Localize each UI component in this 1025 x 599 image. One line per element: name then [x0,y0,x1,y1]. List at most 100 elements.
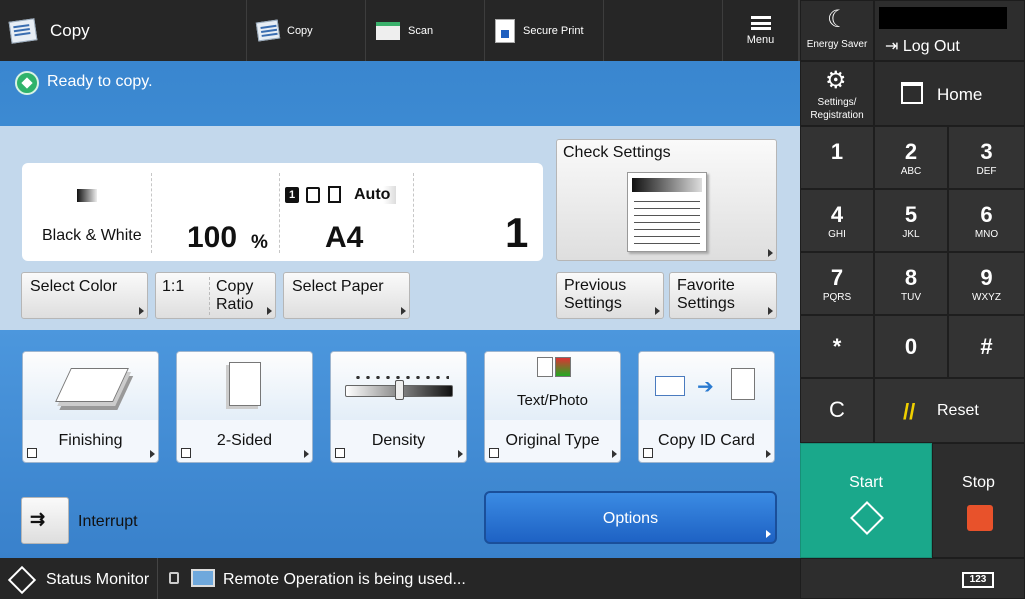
check-settings-button[interactable]: Check Settings [556,139,777,261]
key-4[interactable]: 4 GHI [800,189,874,252]
key-8-letters: TUV [901,292,921,303]
key-6[interactable]: 6 MNO [948,189,1025,252]
key-4-letters: GHI [828,229,846,240]
shortcut-empty [604,0,723,61]
gear-icon: ⚙ [825,67,847,94]
document-preview-icon [627,172,707,252]
check-settings-label: Check Settings [563,144,671,161]
clear-key-label: C [829,397,845,422]
density-button[interactable]: Density [330,351,467,463]
shortcut-corner-icon [335,448,345,458]
key-6-letters: MNO [974,229,999,240]
status-monitor-icon [7,565,37,595]
key-7-letters: PQRS [822,292,852,303]
lock-icon [495,18,515,43]
start-icon [850,501,884,535]
two-sided-label: 2-Sided [216,432,273,449]
favorite-settings-label-line1: Favorite [677,277,735,294]
ratio-unit: % [251,232,268,253]
stop-button[interactable]: Stop [932,443,1025,558]
key-hash-symbol: # [980,334,993,359]
key-8[interactable]: 8 TUV [874,252,948,315]
logout-label: Log Out [902,38,960,55]
logout-button[interactable]: ⇥ Log Out [885,36,960,56]
key-asterisk[interactable]: * [800,315,874,378]
copied-page-icon [731,368,755,400]
copy-id-card-button[interactable]: ➔ Copy ID Card [638,351,775,463]
key-2[interactable]: 2 ABC [874,126,948,189]
start-label: Start [849,474,883,491]
shortcut-secure-print[interactable]: Secure Print [485,0,604,61]
scan-icon [376,21,400,40]
current-settings-panel: Black & White 100 % 1 Auto A4 1 [22,163,543,261]
copy-ratio-value: 1:1 [162,278,185,295]
select-color-button[interactable]: Select Color [21,272,148,319]
key-8-digit: 8 [904,265,918,290]
copy-id-card-label: Copy ID Card [658,432,755,449]
options-button[interactable]: Options [484,491,777,544]
interrupt-label: Interrupt [78,513,138,530]
shortcut-corner-icon [489,448,499,458]
reset-button[interactable]: // Reset [874,378,1025,443]
paper-auto-label: Auto [354,186,397,204]
status-monitor-label: Status Monitor [46,571,150,588]
select-paper-label: Select Paper [292,278,384,295]
key-7[interactable]: 7 PQRS [800,252,874,315]
photo-icon [555,357,571,377]
key-5-digit: 5 [904,202,918,227]
hamburger-icon [750,15,771,30]
two-sided-button[interactable]: 2-Sided [176,351,313,463]
key-5[interactable]: 5 JKL [874,189,948,252]
key-1[interactable]: 1 [800,126,874,189]
key-2-digit: 2 [904,139,918,164]
key-asterisk-symbol: * [832,334,842,359]
key-0[interactable]: 0 [874,315,948,378]
id-card-icon [655,376,685,396]
favorite-settings-label-line2: Settings [677,295,735,312]
key-6-digit: 6 [980,202,993,227]
shortcut-scan-label: Scan [408,24,434,37]
home-icon [901,82,923,104]
previous-settings-button[interactable]: Previous Settings [556,272,664,319]
status-monitor-button[interactable]: Status Monitor [0,558,158,599]
lock-icon [169,572,179,584]
keypad-toggle-button[interactable]: 123 [962,572,994,588]
finishing-button[interactable]: Finishing [22,351,159,463]
key-7-digit: 7 [830,265,844,290]
home-button[interactable]: Home [874,61,1025,126]
remote-monitor-icon [191,569,215,587]
original-type-label: Original Type [505,432,600,449]
keypad-toggle-area: 123 [800,558,1025,599]
copy-ratio-button[interactable]: 1:1 Copy Ratio [155,272,276,319]
right-panel: ☾ Energy Saver ⇥ Log Out ⚙ Settings/ Reg… [800,0,1025,599]
original-type-button[interactable]: Text/Photo Original Type [484,351,621,463]
density-slider-handle [395,380,404,400]
start-button[interactable]: Start [800,443,932,558]
clear-key[interactable]: C [800,378,874,443]
top-bar: Copy Copy Scan Secure Print Menu [0,0,800,61]
key-9[interactable]: 9 WXYZ [948,252,1025,315]
key-2-letters: ABC [900,166,922,177]
energy-saver-button[interactable]: ☾ Energy Saver [800,0,874,61]
shortcut-copy[interactable]: Copy [247,0,366,61]
arrow-right-icon: ➔ [697,376,714,398]
paper-source-icon: 1 [285,187,299,203]
status-strip: Ready to copy. [0,61,800,126]
density-label: Density [371,432,426,449]
key-0-digit: 0 [904,334,918,359]
menu-button[interactable]: Menu [723,0,799,61]
interrupt-icon: ⇉ [30,509,46,529]
shortcut-scan[interactable]: Scan [366,0,485,61]
select-paper-button[interactable]: Select Paper [283,272,410,319]
interrupt-button[interactable]: ⇉ [21,497,69,544]
key-3[interactable]: 3 DEF [948,126,1025,189]
key-hash[interactable]: # [948,315,1025,378]
settings-label-line2: Registration [810,110,864,121]
settings-label-line1: Settings/ [817,97,857,108]
settings-registration-button[interactable]: ⚙ Settings/ Registration [800,61,874,126]
paper-sheet-icon [328,186,341,203]
stop-label: Stop [962,474,995,491]
favorite-settings-button[interactable]: Favorite Settings [669,272,777,319]
ready-status-icon [15,71,39,95]
key-3-digit: 3 [980,139,993,164]
